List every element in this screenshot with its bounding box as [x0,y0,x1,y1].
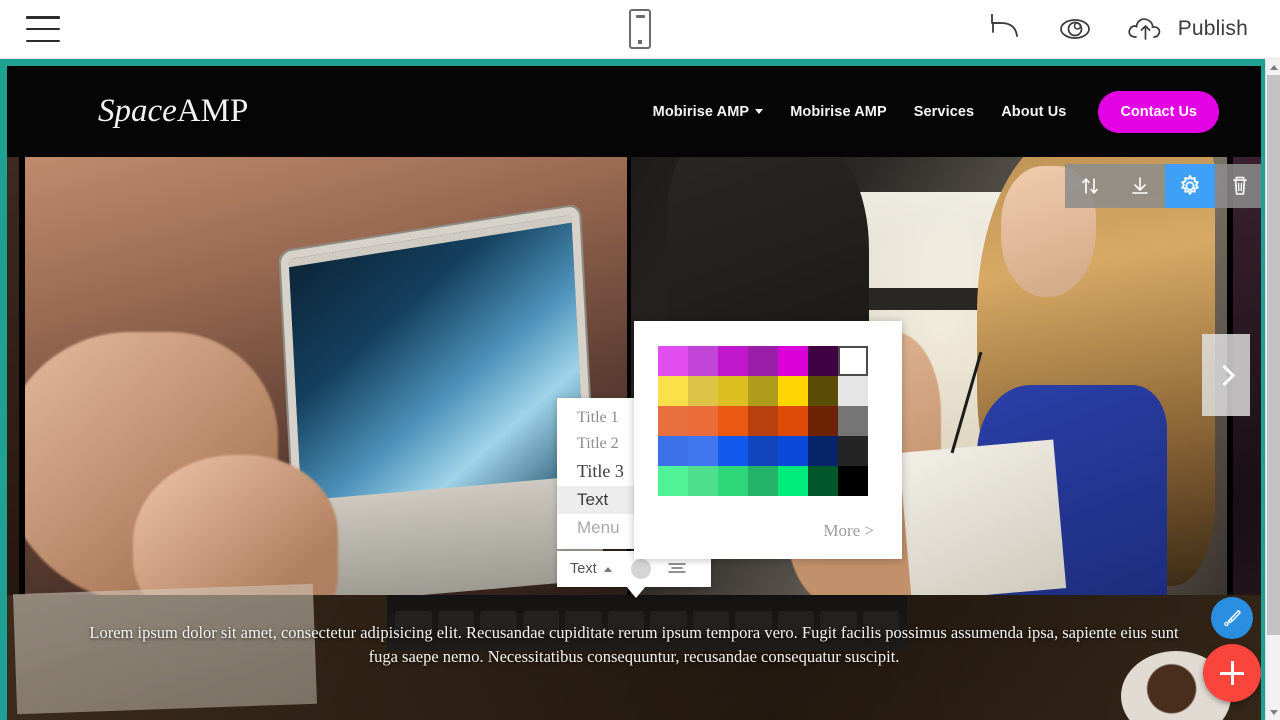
hamburger-icon[interactable] [26,16,60,42]
publish-button[interactable]: Publish [1125,14,1248,44]
site-style-button[interactable] [1211,597,1253,639]
gallery-slide-laptop[interactable] [25,157,627,595]
gallery-slide-previous[interactable] [7,157,19,595]
text-style-dropdown[interactable]: Text [557,561,625,577]
nav-label: Mobirise AMP [790,103,887,120]
color-swatch[interactable] [658,436,688,466]
text-block: Lorem ipsum dolor sit amet, consectetur … [7,583,1261,720]
add-block-button[interactable] [1203,644,1261,702]
color-picker-popup: More > [634,321,902,559]
text-color-swatch[interactable] [630,559,651,579]
block-settings-button[interactable] [1165,164,1215,208]
scroll-down-arrow-icon[interactable] [1266,704,1280,720]
color-swatch[interactable] [778,376,808,406]
color-swatch[interactable] [808,346,838,376]
app-toolbar: Publish [0,0,1280,59]
device-speaker [635,15,645,18]
color-swatch[interactable] [688,406,718,436]
site-logo[interactable]: SpaceAMP [98,93,248,130]
color-swatch[interactable] [808,376,838,406]
text-align-button[interactable] [667,561,687,577]
color-swatch[interactable] [718,346,748,376]
block-toolbar [1065,164,1261,208]
nav-item-mobirise-amp-dropdown[interactable]: Mobirise AMP [653,104,764,120]
color-swatch[interactable] [718,466,748,496]
app-toolbar-actions: Publish [987,14,1248,44]
mobile-device-icon[interactable] [629,9,651,49]
paintbrush-icon [1224,609,1241,627]
color-swatch[interactable] [748,346,778,376]
text-style-label: Text [570,561,597,577]
align-center-icon [667,563,686,573]
scrollbar-thumb[interactable] [1267,75,1280,635]
hamburger-bar [26,27,60,31]
vertical-scrollbar[interactable] [1265,59,1280,720]
color-swatch-grid [658,346,868,496]
color-swatch[interactable] [778,436,808,466]
color-swatch[interactable] [748,406,778,436]
more-colors-link[interactable]: More > [823,521,874,541]
color-swatch[interactable] [838,406,868,436]
notepad [898,439,1067,595]
scroll-up-arrow-icon[interactable] [1266,59,1280,75]
editable-paragraph[interactable]: Lorem ipsum dolor sit amet, consectetur … [7,621,1261,669]
move-block-button[interactable] [1065,164,1115,208]
color-swatch[interactable] [688,376,718,406]
gallery-next-button[interactable] [1202,334,1250,416]
toolbar-pointer [626,586,646,598]
color-swatch[interactable] [748,436,778,466]
color-swatch[interactable] [808,406,838,436]
hamburger-bar [26,16,60,19]
cloud-upload-icon [1125,14,1167,44]
color-swatch[interactable] [808,466,838,496]
logo-regular-part: AMP [176,93,249,129]
color-swatch[interactable] [808,436,838,466]
color-swatch[interactable] [838,466,868,496]
caret-up-icon [603,566,612,572]
color-swatch[interactable] [658,466,688,496]
color-swatch[interactable] [748,376,778,406]
chevron-right-icon [1213,364,1235,386]
color-swatch[interactable] [688,436,718,466]
publish-label: Publish [1177,17,1248,40]
color-swatch[interactable] [688,346,718,376]
nav-label: About Us [1001,103,1067,120]
save-block-button[interactable] [1115,164,1165,208]
eye-preview-icon[interactable] [1055,15,1095,43]
color-swatch[interactable] [778,346,808,376]
undo-icon[interactable] [987,14,1025,44]
plus-icon [1220,661,1244,685]
hamburger-bar [26,39,60,42]
color-swatch[interactable] [748,466,778,496]
color-swatch[interactable] [838,346,868,376]
nav-label: Mobirise AMP [652,103,750,120]
color-swatch[interactable] [718,406,748,436]
chevron-down-icon [755,109,764,114]
nav-item-mobirise-amp[interactable]: Mobirise AMP [790,104,887,120]
color-swatch[interactable] [778,406,808,436]
color-swatch[interactable] [658,376,688,406]
color-swatch[interactable] [718,376,748,406]
site-header: SpaceAMP Mobirise AMP Mobirise AMP Servi… [7,66,1261,157]
color-swatch[interactable] [688,466,718,496]
logo-italic-part: Space [98,93,177,129]
nav-item-about-us[interactable]: About Us [1001,104,1066,120]
color-swatch[interactable] [718,436,748,466]
nav-item-services[interactable]: Services [914,104,974,120]
color-swatch[interactable] [778,466,808,496]
color-swatch[interactable] [838,436,868,466]
nav-label: Services [913,103,975,120]
color-swatch[interactable] [658,406,688,436]
contact-us-button[interactable]: Contact Us [1098,90,1219,133]
color-swatch[interactable] [838,376,868,406]
color-swatch[interactable] [658,346,688,376]
triangle-down [1269,709,1278,715]
delete-block-button[interactable] [1215,164,1261,208]
device-home-button [638,40,642,44]
site-navigation: Mobirise AMP Mobirise AMP Services About… [653,90,1219,133]
triangle-up [1269,64,1278,70]
